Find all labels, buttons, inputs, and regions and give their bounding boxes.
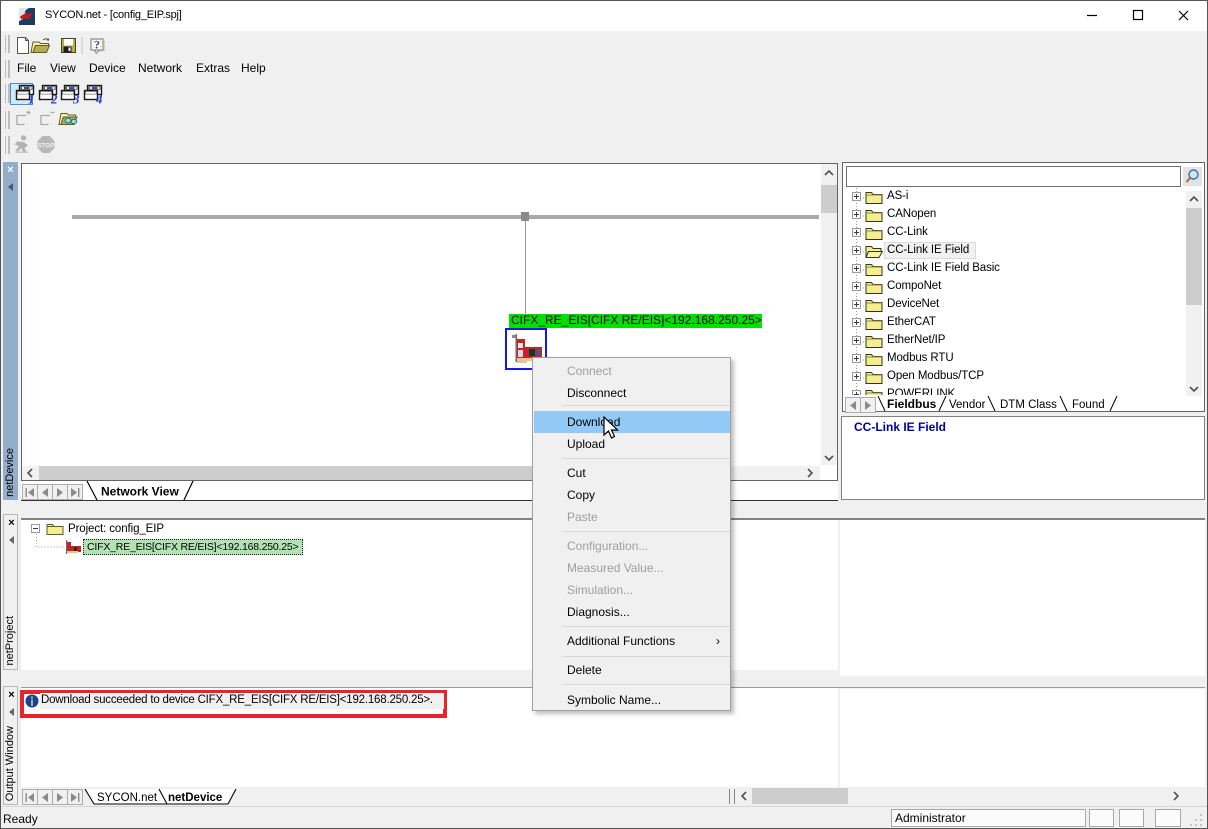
svg-text:netDevice: netDevice	[168, 792, 222, 804]
svg-text:Vendor: Vendor	[949, 399, 986, 411]
svg-text:1: 1	[28, 92, 35, 107]
svg-text:3: 3	[72, 92, 80, 107]
svg-text:Network View: Network View	[101, 485, 179, 499]
svg-text:Fieldbus: Fieldbus	[887, 397, 937, 411]
svg-text:SYCON.net: SYCON.net	[97, 792, 158, 804]
svg-text:Found: Found	[1072, 399, 1105, 411]
svg-text:DTM Class: DTM Class	[1000, 399, 1057, 411]
svg-text:?: ?	[94, 38, 100, 52]
svg-text:STOP: STOP	[38, 144, 54, 150]
svg-text:4: 4	[95, 92, 103, 107]
svg-text:2: 2	[50, 92, 58, 107]
